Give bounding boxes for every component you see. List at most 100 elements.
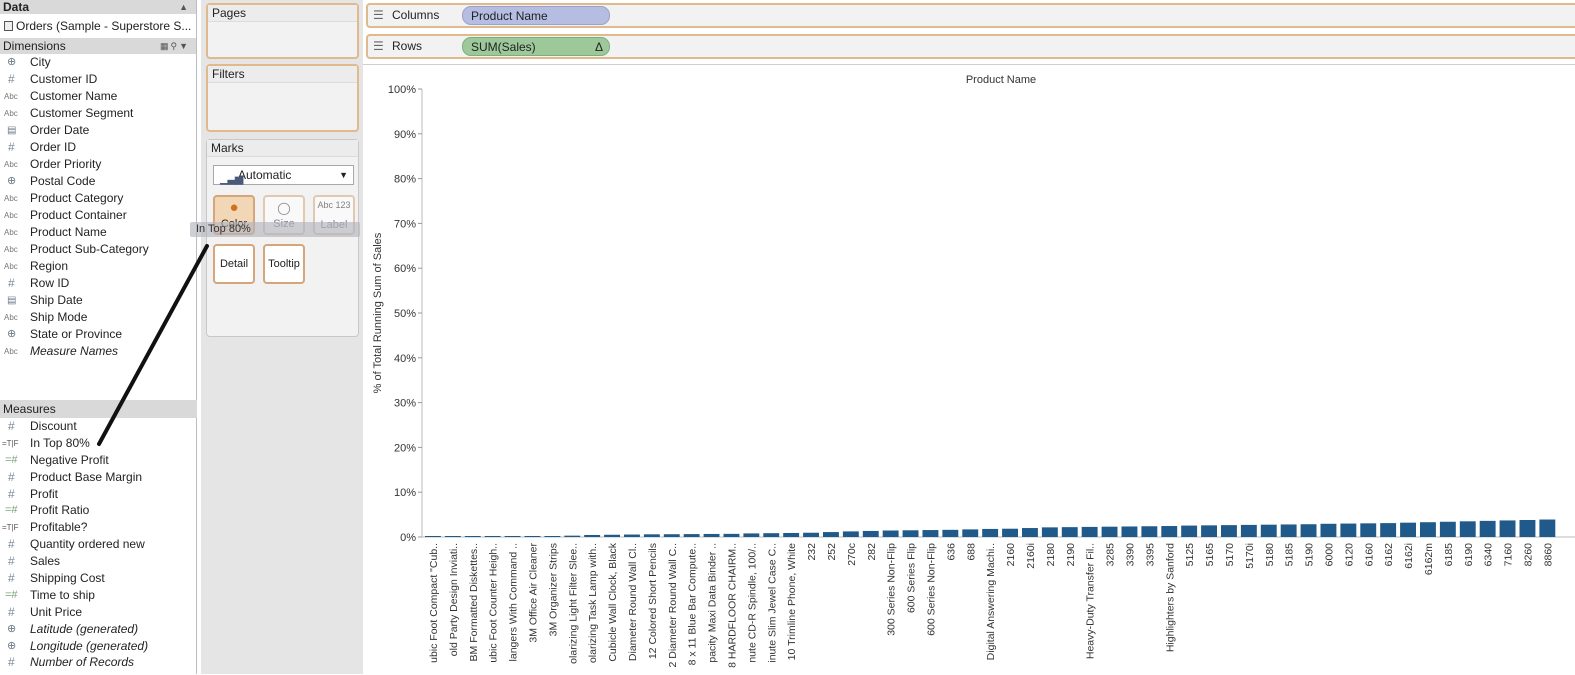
field-customer-segment[interactable]: Abc Customer Segment: [0, 105, 196, 122]
pages-card[interactable]: Pages: [206, 3, 359, 59]
measures-header: Measures: [0, 400, 197, 418]
y-tick-label: 20%: [394, 442, 416, 454]
bar-chart-icon: ▁▃▅: [220, 173, 243, 185]
field-label: Longitude (generated): [30, 638, 149, 653]
tooltip-button[interactable]: Tooltip: [263, 244, 305, 284]
x-tick-label: 6162m: [1423, 543, 1435, 575]
bar: [803, 532, 819, 537]
field-quantity-ordered-new[interactable]: # Quantity ordered new: [0, 536, 197, 553]
bar: [1181, 525, 1198, 537]
field-label: Product Sub-Category: [30, 242, 149, 256]
columns-shelf[interactable]: ☰ Columns Product Name: [366, 3, 1575, 28]
measures-label: Measures: [3, 402, 56, 416]
field-product-sub-category[interactable]: Abc Product Sub-Category: [0, 241, 196, 258]
field-label: Ship Date: [30, 293, 83, 307]
dimensions-tools[interactable]: ▦⚲▼: [160, 38, 190, 54]
bar: [743, 533, 760, 537]
x-tick-label: 3390: [1124, 543, 1136, 567]
columns-pill-product-name[interactable]: Product Name: [462, 6, 610, 25]
x-tick-label: 8260: [1522, 543, 1534, 567]
mark-type-dropdown[interactable]: ▁▃▅ Automatic ▼: [213, 165, 354, 185]
field-unit-price[interactable]: # Unit Price: [0, 604, 197, 621]
bar: [1300, 524, 1317, 537]
field-postal-code[interactable]: ⊕ Postal Code: [0, 173, 196, 190]
bar: [663, 534, 680, 537]
rows-shelf[interactable]: ☰ Rows SUM(Sales) Δ: [366, 34, 1575, 59]
field-label: Product Container: [30, 208, 127, 222]
field-order-date[interactable]: ▤ Order Date: [0, 122, 196, 139]
field-label: Product Name: [30, 225, 107, 239]
field-measure-names[interactable]: Abc Measure Names: [0, 343, 196, 360]
field-profit-ratio[interactable]: =# Profit Ratio: [0, 502, 197, 519]
x-tick-label: 688: [965, 543, 977, 561]
field-label: Profit Ratio: [30, 503, 90, 518]
x-tick-label: 270c: [846, 543, 858, 566]
mark-type-value: Automatic: [238, 168, 292, 182]
bar: [1439, 521, 1456, 537]
field-ship-date[interactable]: ▤ Ship Date: [0, 292, 196, 309]
bar: [703, 533, 720, 537]
field-label: Customer Name: [30, 89, 118, 103]
field-customer-name[interactable]: Abc Customer Name: [0, 88, 196, 105]
x-tick-label: ubic Foot Counter Heigh..: [488, 543, 500, 663]
x-tick-label: 2 Diameter Round Wall C..: [667, 543, 679, 668]
dimensions-header: Dimensions ▦⚲▼: [0, 38, 196, 54]
datasource-label: Orders (Sample - Superstore S...: [16, 19, 192, 33]
bar: [564, 535, 581, 537]
x-tick-label: 2160i: [1025, 543, 1037, 569]
datasource-item[interactable]: Orders (Sample - Superstore S...: [0, 14, 196, 38]
bar: [464, 536, 481, 537]
x-tick-label: 5125: [1184, 543, 1196, 567]
x-tick-label: 8 x 11 Blue Bar Compute..: [687, 543, 699, 665]
columns-label: Columns: [392, 8, 440, 22]
x-tick-label: 5180: [1264, 543, 1276, 567]
field-region[interactable]: Abc Region: [0, 258, 196, 275]
field-product-base-margin[interactable]: # Product Base Margin: [0, 469, 197, 486]
field-shipping-cost[interactable]: # Shipping Cost: [0, 570, 197, 587]
rows-shelf-label: ☰ Rows: [370, 36, 460, 57]
field-label: Order Priority: [30, 157, 102, 171]
field-order-id[interactable]: # Order ID: [0, 139, 196, 156]
field-label: In Top 80%: [30, 435, 90, 450]
field-label: Order Date: [30, 123, 90, 137]
x-tick-label: Highlighters by Sanford: [1164, 543, 1176, 652]
field-time-to-ship[interactable]: =# Time to ship: [0, 587, 197, 604]
x-tick-label: 6120: [1343, 543, 1355, 567]
filters-card[interactable]: Filters: [206, 64, 359, 132]
field-profit[interactable]: # Profit: [0, 486, 197, 503]
string-type-icon: Abc: [4, 347, 18, 356]
bar: [823, 532, 839, 537]
x-tick-label: 3M Organizer Strips: [547, 543, 559, 636]
field-ship-mode[interactable]: Abc Ship Mode: [0, 309, 196, 326]
pane-menu-icon[interactable]: ▲: [179, 0, 188, 14]
field-city[interactable]: ⊕ City: [0, 54, 196, 71]
string-type-icon: Abc: [4, 313, 18, 322]
field-product-category[interactable]: Abc Product Category: [0, 190, 196, 207]
field-label: State or Province: [30, 327, 123, 341]
field-product-container[interactable]: Abc Product Container: [0, 207, 196, 224]
field-negative-profit[interactable]: =# Negative Profit: [0, 452, 197, 469]
x-tick-label: olarizing Task Lamp with..: [587, 543, 599, 663]
field-number-of-records[interactable]: # Number of Records: [0, 654, 197, 671]
field-profitable[interactable]: =T|F Profitable?: [0, 519, 197, 536]
detail-button[interactable]: Detail: [213, 244, 255, 284]
rows-pill-sum-sales[interactable]: SUM(Sales) Δ: [462, 37, 610, 56]
x-tick-label: BM Formatted Diskettes..: [468, 543, 480, 661]
field-longitude-generated[interactable]: ⊕ Longitude (generated): [0, 638, 197, 655]
bar: [1061, 527, 1078, 537]
field-in-top-80[interactable]: =T|F In Top 80%: [0, 435, 197, 452]
bar: [683, 534, 700, 537]
field-latitude-generated[interactable]: ⊕ Latitude (generated): [0, 621, 197, 638]
field-customer-id[interactable]: # Customer ID: [0, 71, 196, 88]
field-row-id[interactable]: # Row ID: [0, 275, 196, 292]
field-discount[interactable]: # Discount: [0, 418, 197, 435]
cards-column: Pages Filters Marks ▁▃▅ Automatic ▼ ● Co…: [201, 0, 363, 674]
columns-icon: ☰: [373, 8, 384, 22]
field-order-priority[interactable]: Abc Order Priority: [0, 156, 196, 173]
field-sales[interactable]: # Sales: [0, 553, 197, 570]
calendar-icon: ▤: [7, 295, 17, 306]
x-tick-label: old Party Design Inviati..: [448, 543, 460, 656]
field-product-name[interactable]: Abc Product Name: [0, 224, 196, 241]
field-state-or-province[interactable]: ⊕ State or Province: [0, 326, 196, 343]
bar: [1161, 526, 1178, 537]
